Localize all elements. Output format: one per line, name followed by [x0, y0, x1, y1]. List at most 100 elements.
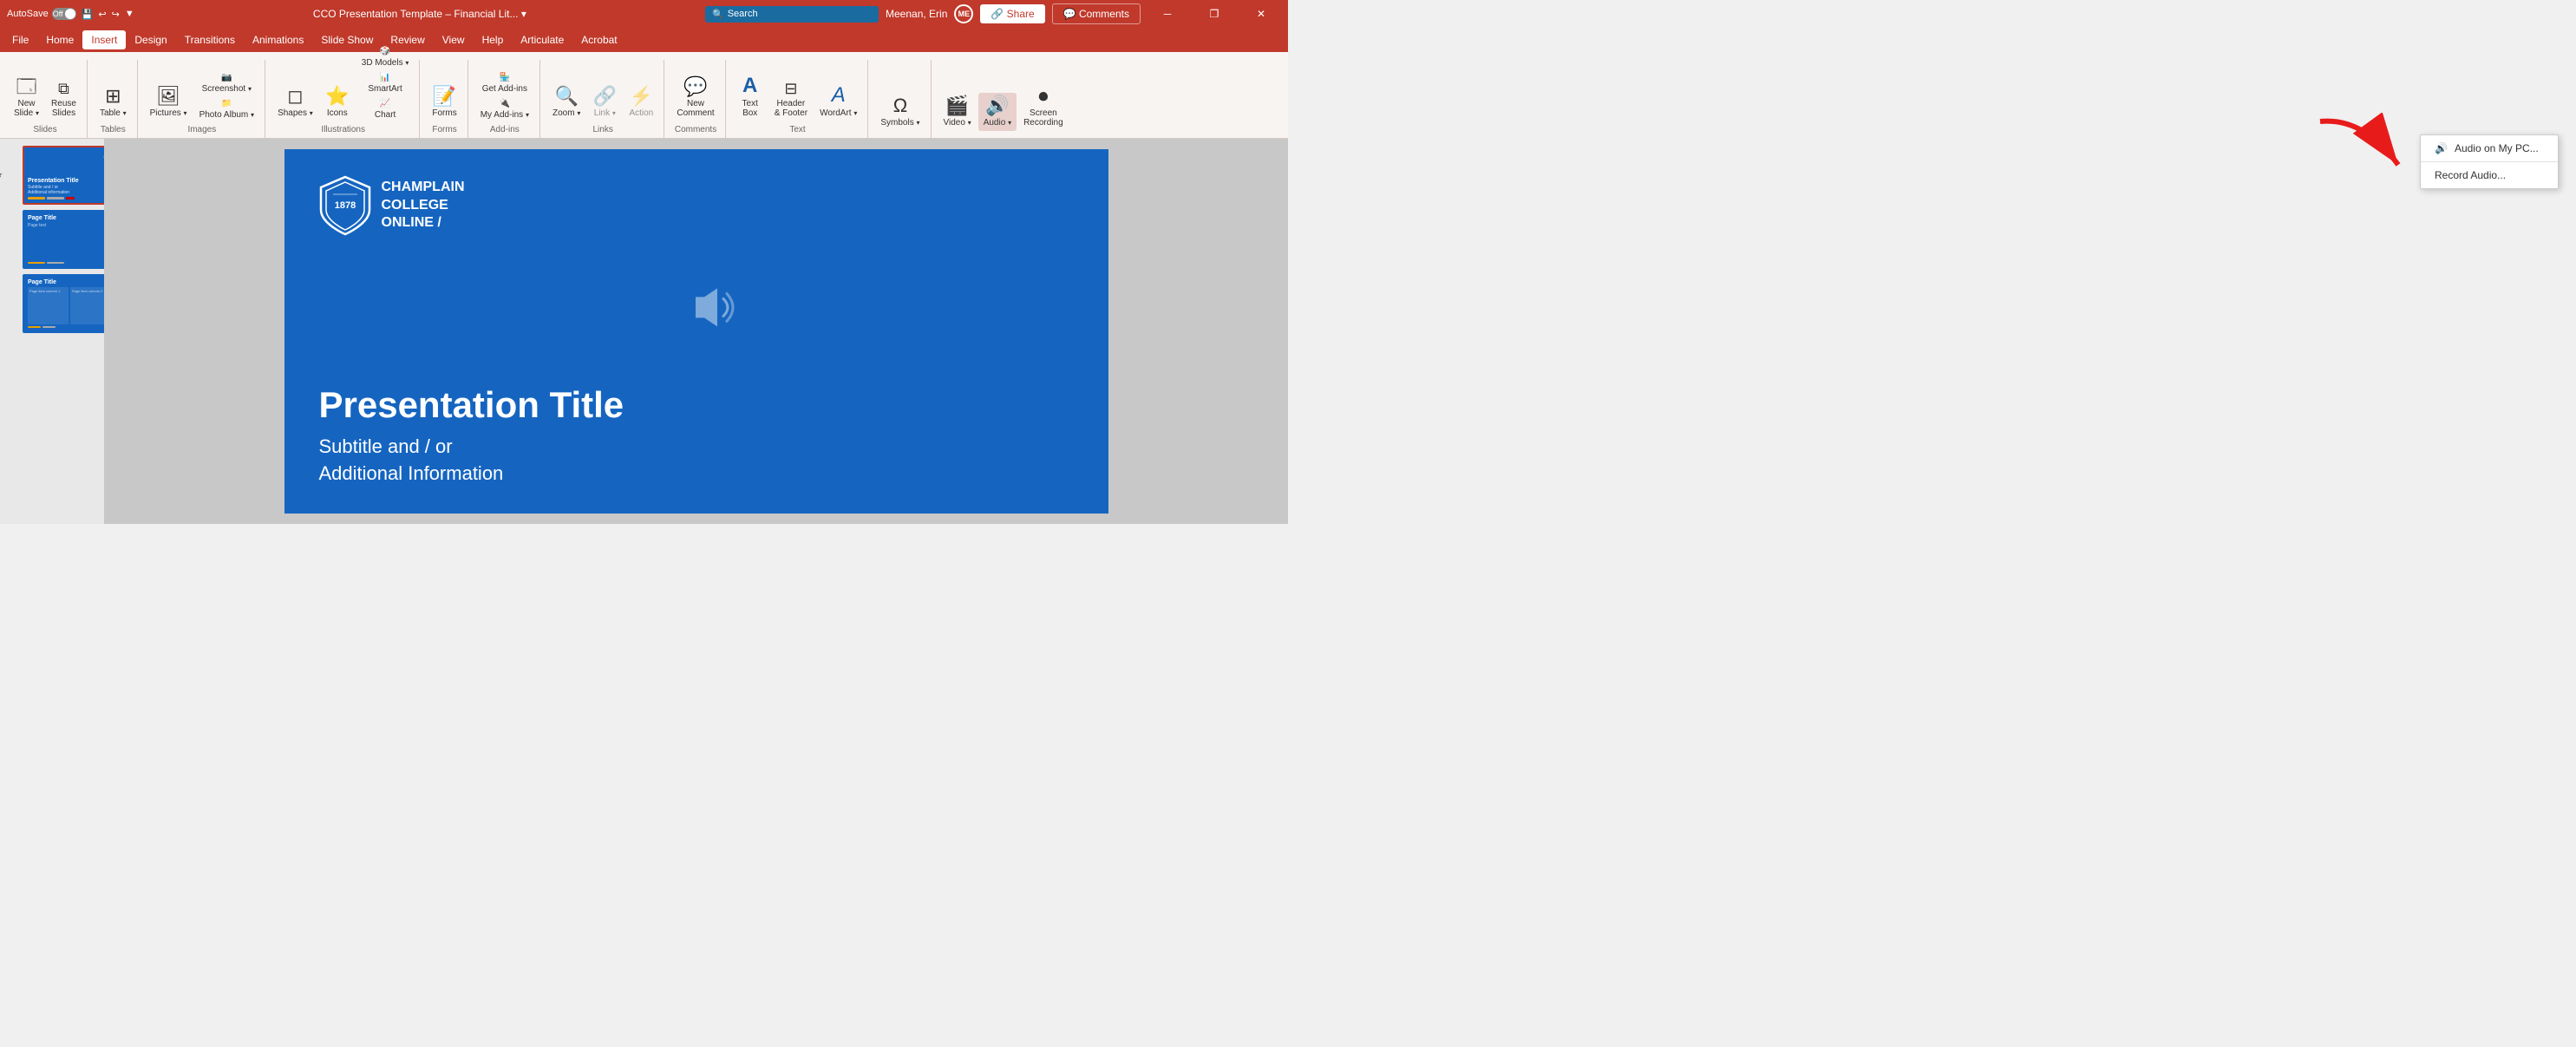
save-icon[interactable]: 💾 [82, 9, 94, 20]
ribbon-buttons-text: A TextBox ⊟ Header& Footer A WordArt ▾ [733, 72, 863, 121]
autosave-area: AutoSave Off [7, 8, 76, 20]
my-addins-icon: 🔌 [500, 99, 510, 108]
search-box[interactable]: 🔍 Search [705, 6, 879, 23]
record-audio-item[interactable]: Record Audio... [2421, 162, 2558, 188]
chart-button[interactable]: 📈 Chart [356, 97, 415, 121]
canvas-area: 1878 CHAMPLAINCOLLEGEONLINE / Presentati… [104, 139, 1288, 524]
new-slide-label: NewSlide ▾ [14, 99, 39, 118]
get-addins-label: Get Add-ins [482, 84, 527, 94]
wordart-button[interactable]: A WordArt ▾ [814, 82, 862, 121]
autosave-toggle[interactable]: Off [52, 8, 76, 20]
slide-3-thumb[interactable]: Page Title Page item column 1 Page item … [23, 274, 104, 333]
screen-recording-button[interactable]: ⏺ ScreenRecording [1018, 83, 1069, 131]
screenshot-button[interactable]: 📷 Screenshot ▾ [194, 71, 260, 95]
slide-1-thumb[interactable]: Presentation Title Subtitle and / orAddi… [23, 146, 104, 205]
shapes-label: Shapes ▾ [278, 108, 313, 118]
link-label: Link ▾ [594, 108, 616, 118]
photo-album-button[interactable]: 📁 Photo Album ▾ [194, 97, 260, 121]
tables-group-label: Tables [101, 125, 126, 134]
icons-label: Icons [327, 108, 348, 118]
wordart-label: WordArt ▾ [820, 108, 857, 118]
icons-icon: ⭐ [325, 87, 349, 106]
slide-3-wrapper: 3 Page Title Page item column 1 Page ite… [3, 274, 101, 333]
slide-1-number: 1 ★ [0, 171, 3, 180]
menu-articulate[interactable]: Articulate [512, 30, 572, 49]
ribbon-buttons-forms: 📝 Forms [427, 83, 461, 121]
pictures-button[interactable]: 🖼 Pictures ▾ [145, 83, 193, 121]
text-group-label: Text [789, 125, 805, 134]
get-addins-button[interactable]: 🏪 Get Add-ins [475, 71, 534, 95]
my-addins-button[interactable]: 🔌 My Add-ins ▾ [475, 97, 534, 121]
new-comment-button[interactable]: 💬 NewComment [671, 74, 719, 121]
reuse-slides-button[interactable]: ⧉ ReuseSlides [46, 77, 82, 121]
pictures-label: Pictures ▾ [150, 108, 187, 118]
ribbon-group-illustrations: ◻ Shapes ▾ ⭐ Icons 🎲 3D Models ▾ 📊 Smart… [267, 60, 420, 138]
text-box-button[interactable]: A TextBox [733, 72, 768, 121]
ribbon-buttons-illustrations: ◻ Shapes ▾ ⭐ Icons 🎲 3D Models ▾ 📊 Smart… [272, 45, 414, 121]
menu-design[interactable]: Design [126, 30, 175, 49]
table-button[interactable]: ⊞ Table ▾ [95, 83, 132, 121]
ribbon-group-forms: 📝 Forms Forms [422, 60, 467, 138]
title-dropdown-icon[interactable]: ▾ [521, 8, 526, 20]
menu-view[interactable]: View [434, 30, 474, 49]
ribbon-buttons-addins: 🏪 Get Add-ins 🔌 My Add-ins ▾ [475, 71, 534, 121]
menu-home[interactable]: Home [37, 30, 82, 49]
audio-label: Audio ▾ [984, 118, 1011, 128]
zoom-label: Zoom ▾ [552, 108, 580, 118]
chart-icon: 📈 [380, 99, 390, 108]
share-button[interactable]: 🔗 Share [980, 4, 1044, 23]
comments-button[interactable]: 💬 Comments [1052, 3, 1141, 24]
document-title: CCO Presentation Template – Financial Li… [313, 8, 519, 20]
customize-icon[interactable]: ▼ [125, 9, 134, 19]
3d-models-button[interactable]: 🎲 3D Models ▾ [356, 45, 415, 69]
menu-file[interactable]: File [3, 30, 37, 49]
ribbon: 🗔 NewSlide ▾ ⧉ ReuseSlides Slides ⊞ Tabl… [0, 52, 1288, 139]
ribbon-group-tables: ⊞ Table ▾ Tables [89, 60, 138, 138]
video-button[interactable]: 🎬 Video ▾ [938, 93, 977, 131]
new-slide-icon: 🗔 [16, 77, 37, 96]
slide-2-wrapper: 2 Page Title Page text [3, 210, 101, 269]
menu-transitions[interactable]: Transitions [176, 30, 244, 49]
ribbon-buttons-comments: 💬 NewComment [671, 74, 719, 121]
main-content: 1 ★ Presentation Title Subtitle and / or… [0, 139, 1288, 524]
audio-on-pc-item[interactable]: 🔊 Audio on My PC... [2421, 135, 2558, 161]
slide-main-title: Presentation Title [319, 383, 624, 427]
slide-1-wrapper: 1 ★ Presentation Title Subtitle and / or… [3, 146, 101, 205]
symbols-button[interactable]: Ω Symbols ▾ [875, 93, 925, 131]
action-button: ⚡ Action [624, 83, 658, 121]
header-footer-button[interactable]: ⊟ Header& Footer [769, 77, 813, 121]
user-avatar[interactable]: ME [954, 4, 973, 23]
addins-group-label: Add-ins [490, 125, 520, 134]
video-icon: 🎬 [945, 96, 969, 115]
forms-button[interactable]: 📝 Forms [427, 83, 461, 121]
menu-insert[interactable]: Insert [82, 30, 126, 49]
undo-icon[interactable]: ↩ [98, 9, 106, 20]
chart-label: Chart [375, 110, 396, 120]
slide-2-thumb[interactable]: Page Title Page text [23, 210, 104, 269]
new-comment-icon: 💬 [683, 77, 707, 96]
smartart-button[interactable]: 📊 SmartArt [356, 71, 415, 95]
ribbon-group-addins: 🏪 Get Add-ins 🔌 My Add-ins ▾ Add-ins [470, 60, 540, 138]
ribbon-buttons-links: 🔍 Zoom ▾ 🔗 Link ▾ ⚡ Action [547, 83, 658, 121]
menu-help[interactable]: Help [474, 30, 513, 49]
close-button[interactable]: ✕ [1241, 0, 1281, 28]
redo-icon[interactable]: ↪ [112, 9, 120, 20]
restore-button[interactable]: ❐ [1194, 0, 1234, 28]
smartart-label: SmartArt [368, 84, 402, 94]
svg-text:1878: 1878 [334, 200, 355, 211]
icons-button[interactable]: ⭐ Icons [320, 83, 355, 121]
ribbon-group-media: 🎬 Video ▾ 🔊 Audio ▾ ⏺ ScreenRecording [933, 60, 1074, 138]
shapes-icon: ◻ [287, 87, 303, 106]
zoom-icon: 🔍 [554, 87, 578, 106]
wordart-icon: A [832, 85, 846, 106]
menu-bar: File Home Insert Design Transitions Anim… [0, 28, 1288, 52]
links-group-label: Links [592, 125, 612, 134]
minimize-button[interactable]: ─ [1147, 0, 1187, 28]
zoom-button[interactable]: 🔍 Zoom ▾ [547, 83, 585, 121]
audio-center-icon [678, 281, 739, 344]
new-slide-button[interactable]: 🗔 NewSlide ▾ [9, 74, 44, 121]
shapes-button[interactable]: ◻ Shapes ▾ [272, 83, 318, 121]
menu-acrobat[interactable]: Acrobat [572, 30, 625, 49]
audio-button[interactable]: 🔊 Audio ▾ [978, 93, 1017, 131]
title-bar-left: AutoSave Off 💾 ↩ ↪ ▼ [7, 8, 134, 20]
